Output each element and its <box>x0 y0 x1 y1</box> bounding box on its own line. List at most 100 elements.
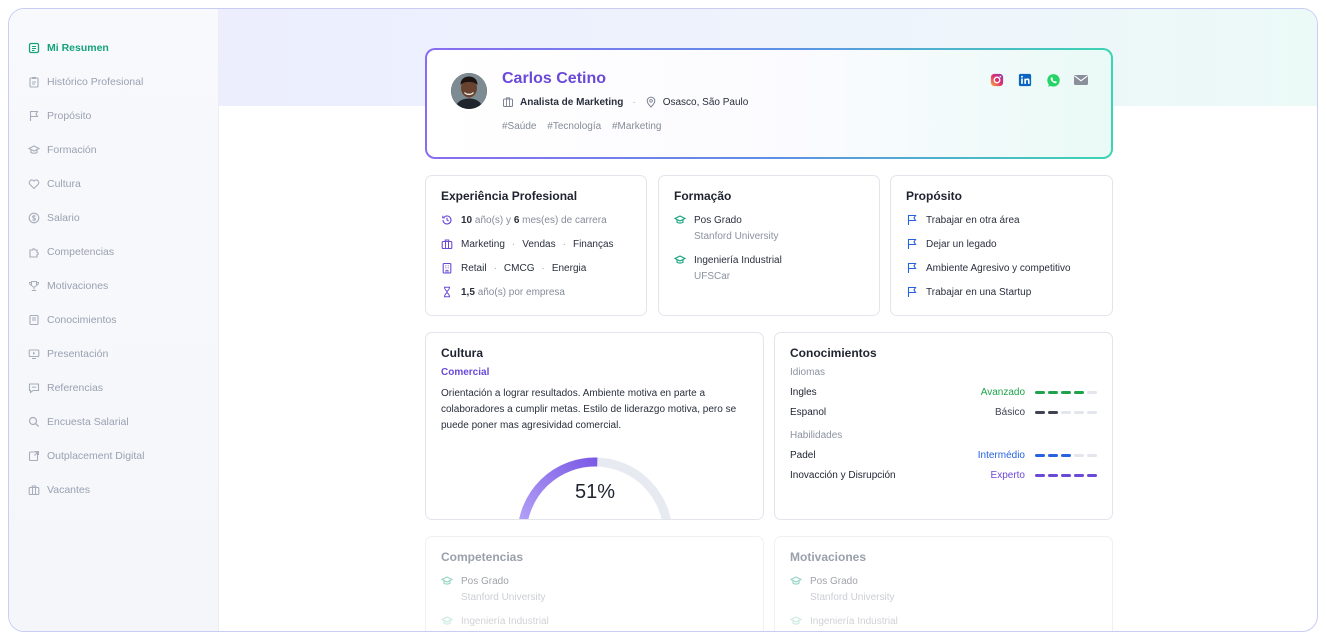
average-tenure: 1,5 año(s) por empresa <box>441 286 565 298</box>
sidebar-item-historico[interactable]: Histórico Profesional <box>9 65 218 99</box>
sidebar-item-motivaciones[interactable]: Motivaciones <box>9 269 218 303</box>
profile-tags: #Saúde #Tecnología #Marketing <box>502 121 669 132</box>
competencia-degree: Pos Grado <box>461 575 509 587</box>
profile-role: Analista de Marketing <box>520 96 624 108</box>
cultura-subtitle: Comercial <box>441 367 490 378</box>
purpose-label: Trabajar en una Startup <box>926 286 1032 298</box>
instagram-icon[interactable] <box>989 72 1005 88</box>
sidebar-item-mi-resumen[interactable]: Mi Resumen <box>9 31 218 65</box>
competencia-degree: Ingeniería Industrial <box>461 615 549 627</box>
motivacion-item: Ingeniería Industrial <box>790 615 898 627</box>
sidebar-item-vacantes[interactable]: Vacantes <box>9 473 218 507</box>
cultura-card: Cultura Comercial Orientación a lograr r… <box>425 332 764 520</box>
heart-icon <box>28 178 40 190</box>
proposito-card: Propósito Trabajar en otra área Dejar un… <box>890 175 1113 316</box>
skill-level-bars <box>1035 411 1097 414</box>
purpose-label: Dejar un legado <box>926 238 997 250</box>
linkedin-icon[interactable] <box>1017 72 1033 88</box>
area-item: Marketing <box>461 238 505 250</box>
dollar-icon <box>28 212 40 224</box>
skill-level-bars <box>1035 391 1097 394</box>
search-icon <box>28 416 40 428</box>
tag[interactable]: #Tecnología <box>547 121 601 132</box>
motivaciones-title: Motivaciones <box>790 550 867 564</box>
graduation-cap-icon <box>790 615 802 627</box>
competencia-school: Stanford University <box>461 592 546 603</box>
education-school: UFSCar <box>694 271 731 282</box>
flag-icon <box>906 286 918 298</box>
sidebar-item-formacion[interactable]: Formación <box>9 133 218 167</box>
industry-item: Retail <box>461 262 487 274</box>
sidebar-item-label: Motivaciones <box>47 280 109 292</box>
sidebar-item-cultura[interactable]: Cultura <box>9 167 218 201</box>
sidebar-item-label: Propósito <box>47 110 92 122</box>
sidebar-item-encuesta-salarial[interactable]: Encuesta Salarial <box>9 405 218 439</box>
flag-icon <box>28 110 40 122</box>
education-degree: Ingeniería Industrial <box>694 254 782 266</box>
tag[interactable]: #Saúde <box>502 121 536 132</box>
competencias-card: Competencias Pos Grado Stanford Universi… <box>425 536 764 631</box>
sidebar-item-label: Encuesta Salarial <box>47 416 129 428</box>
years-value: 10 <box>461 214 473 226</box>
skill-name: Padel <box>790 450 816 461</box>
avatar <box>451 73 487 109</box>
education-item: Ingeniería Industrial <box>674 254 782 266</box>
app-window: Mi Resumen Histórico Profesional Propósi… <box>8 8 1318 632</box>
avg-value: 1,5 <box>461 286 475 298</box>
building-icon <box>441 262 453 274</box>
purpose-label: Trabajar en otra área <box>926 214 1020 226</box>
sidebar-item-label: Vacantes <box>47 484 90 496</box>
whatsapp-icon[interactable] <box>1045 72 1061 88</box>
months-label: mes(es) de carrera <box>522 214 607 226</box>
profile-card: Carlos Cetino Analista de Marketing · Os… <box>425 48 1113 159</box>
graduation-cap-icon <box>441 575 453 587</box>
purpose-item: Dejar un legado <box>906 238 997 250</box>
sidebar-item-label: Outplacement Digital <box>47 450 145 462</box>
tag[interactable]: #Marketing <box>612 121 661 132</box>
separator-dot: · <box>632 96 636 108</box>
book-icon <box>28 314 40 326</box>
location-pin-icon <box>645 96 657 108</box>
sidebar-item-label: Salario <box>47 212 80 224</box>
skill-level-bars <box>1035 454 1097 457</box>
purpose-item: Trabajar en una Startup <box>906 286 1031 298</box>
profile-location: Osasco, São Paulo <box>662 96 749 108</box>
motivacion-degree: Pos Grado <box>810 575 858 587</box>
skill-name: Inovacción y Disrupción <box>790 470 896 481</box>
years-label: año(s) y <box>474 214 512 226</box>
education-school: Stanford University <box>694 231 779 242</box>
profile-name: Carlos Cetino <box>502 70 607 87</box>
cultura-title: Cultura <box>441 346 483 360</box>
briefcase-icon <box>28 484 40 496</box>
motivacion-school: Stanford University <box>810 592 895 603</box>
sidebar-item-label: Presentación <box>47 348 109 360</box>
sidebar-item-proposito[interactable]: Propósito <box>9 99 218 133</box>
industries-row: Retail · CMCG · Energia <box>441 262 586 274</box>
email-icon[interactable] <box>1073 72 1089 88</box>
sidebar-item-competencias[interactable]: Competencias <box>9 235 218 269</box>
sidebar-item-referencias[interactable]: Referencias <box>9 371 218 405</box>
summary-icon <box>28 42 40 54</box>
conocimientos-title: Conocimientos <box>790 346 877 360</box>
sidebar-item-conocimientos[interactable]: Conocimientos <box>9 303 218 337</box>
language-row: Espanol Básico <box>790 407 1097 418</box>
sidebar-item-salario[interactable]: Salario <box>9 201 218 235</box>
purpose-item: Trabajar en otra área <box>906 214 1020 226</box>
graduation-cap-icon <box>790 575 802 587</box>
conocimientos-card: Conocimientos Idiomas Ingles Avanzado Es… <box>774 332 1113 520</box>
competencia-item: Pos Grado <box>441 575 509 587</box>
sidebar: Mi Resumen Histórico Profesional Propósi… <box>9 9 219 631</box>
graduation-cap-icon <box>674 214 686 226</box>
career-length: 10 año(s) y 6 mes(es) de carrera <box>441 214 607 226</box>
experience-title: Experiência Profesional <box>441 189 578 203</box>
skill-row: Inovacción y Disrupción Experto <box>790 470 1097 481</box>
purpose-item: Ambiente Agresivo y competitivo <box>906 262 1071 274</box>
education-degree: Pos Grado <box>694 214 742 226</box>
history-icon <box>441 214 453 226</box>
sidebar-item-presentacion[interactable]: Presentación <box>9 337 218 371</box>
sidebar-item-outplacement[interactable]: Outplacement Digital <box>9 439 218 473</box>
competencias-title: Competencias <box>441 550 524 564</box>
flag-icon <box>906 262 918 274</box>
flag-icon <box>906 214 918 226</box>
cultura-description: Orientación a lograr resultados. Ambient… <box>441 388 737 431</box>
